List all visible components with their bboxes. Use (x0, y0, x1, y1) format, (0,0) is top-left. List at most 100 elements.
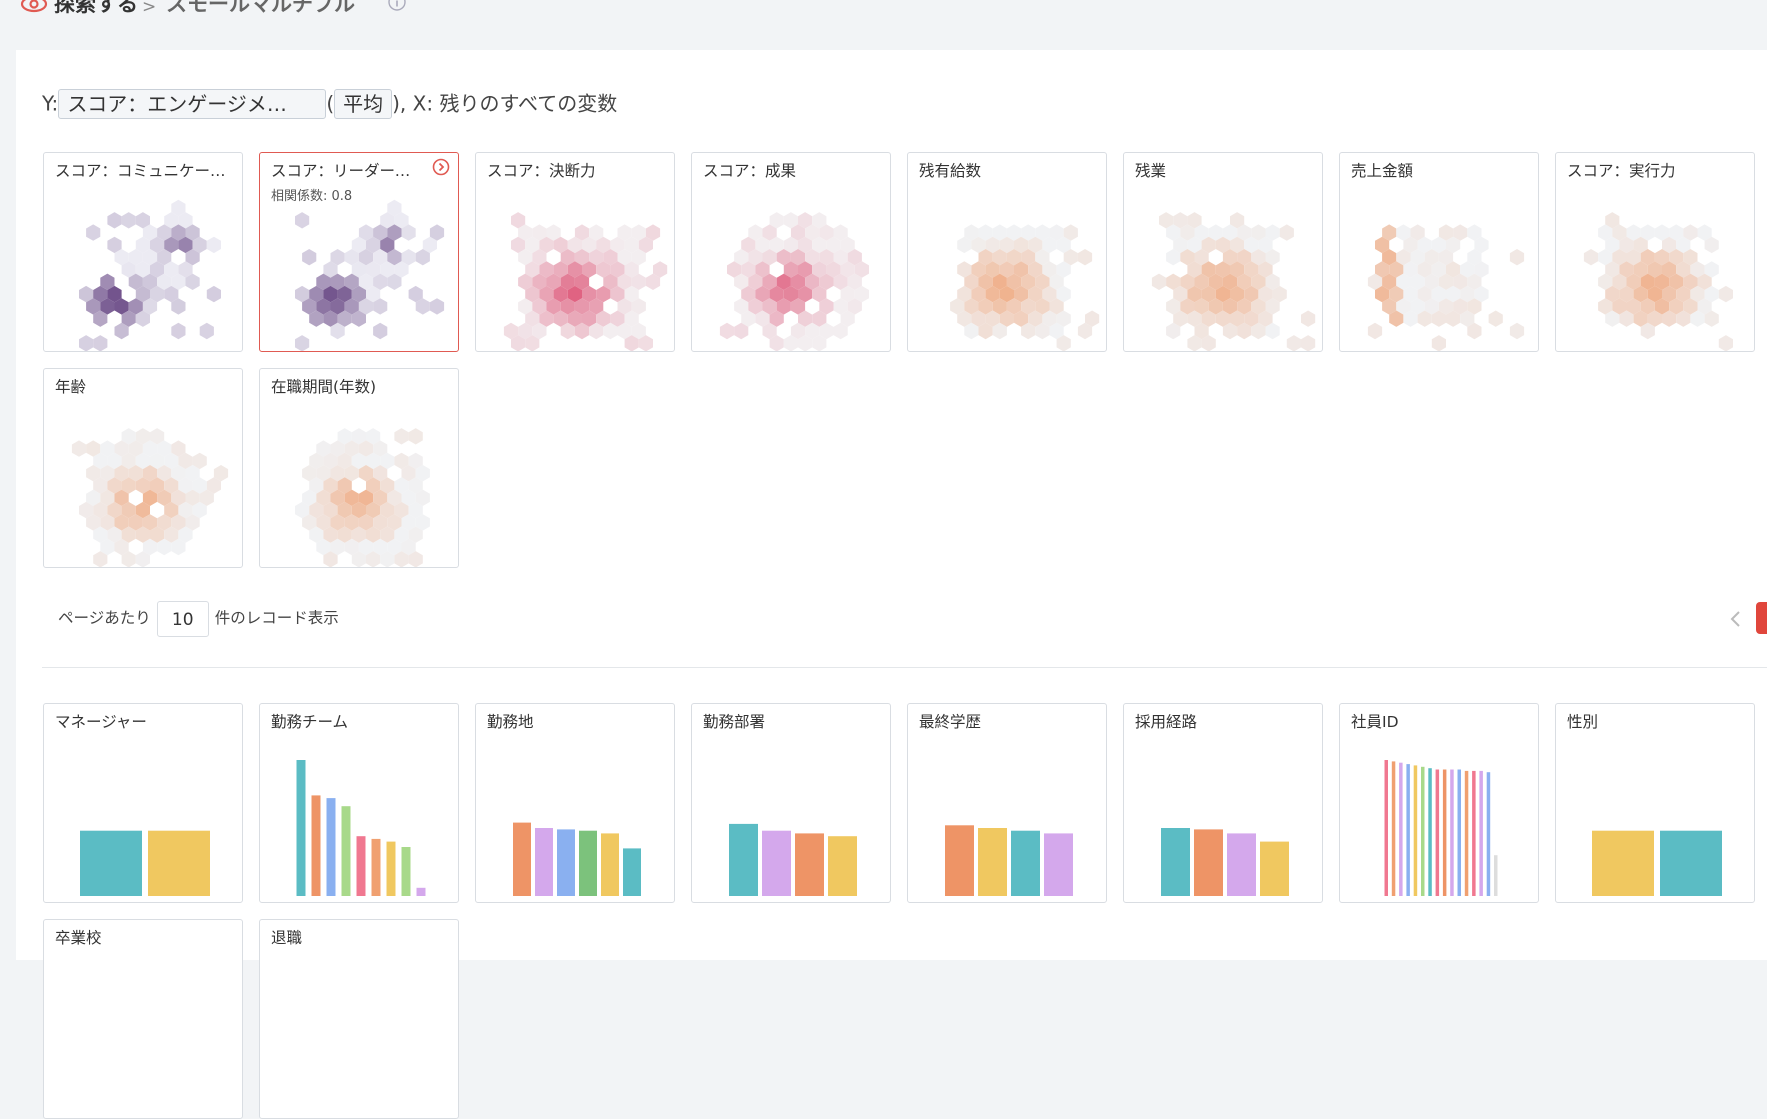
bar (1260, 841, 1289, 896)
hexbin-plot (71, 428, 229, 567)
hexbin-card[interactable]: 年齢 (43, 368, 243, 568)
bar-chart (1384, 760, 1498, 896)
hex-bin (206, 285, 221, 303)
card-title: 在職期間(年数) (271, 378, 377, 396)
bar-chart (296, 760, 426, 896)
agg-open-paren: ( (326, 91, 335, 116)
open-detail-icon[interactable] (432, 158, 450, 176)
bar-chart-card[interactable]: 勤務部署 (691, 703, 891, 903)
next-page-button[interactable] (1756, 602, 1767, 634)
bar (729, 823, 758, 896)
hex-bin (1583, 249, 1599, 266)
hex-bin (121, 212, 136, 229)
card-title: スコア：リーダーシ… (271, 162, 421, 180)
card-title: 年齢 (55, 378, 87, 396)
card-title: 退職 (271, 929, 303, 947)
hexbin-card[interactable]: スコア：決断力 (475, 152, 675, 352)
bar-chart-card[interactable]: 勤務チーム (259, 703, 459, 903)
card-title: 残業 (1135, 162, 1167, 180)
hexbin-card[interactable]: スコア：実行力 (1555, 152, 1755, 352)
hex-bin (295, 212, 310, 229)
hex-bin (394, 428, 409, 445)
bar (341, 806, 351, 896)
hexbin-plot (950, 224, 1100, 351)
breadcrumb-explore[interactable]: 探索する (54, 0, 138, 17)
correlation-label: 相関係数: 0.8 (271, 189, 353, 204)
hex-bin (1301, 310, 1316, 327)
hex-bin (79, 335, 94, 351)
hex-bin (199, 322, 214, 340)
bar-chart-card[interactable]: 性別 (1555, 703, 1755, 903)
hex-bin (1431, 335, 1446, 351)
bar-chart-card[interactable]: 社員ID (1339, 703, 1539, 903)
bar (1660, 830, 1722, 896)
bar (148, 830, 210, 896)
hex-bin (1077, 249, 1093, 266)
hex-bin (1509, 322, 1525, 340)
bar (1421, 766, 1425, 896)
bar (1391, 761, 1396, 896)
bar-chart (80, 830, 210, 896)
bar (1399, 762, 1403, 896)
bar-chart-card[interactable]: 卒業校 (43, 919, 243, 1119)
hexbin-card[interactable]: スコア：リーダーシ… 相関係数: 0.8 (259, 152, 459, 352)
hex-bin (107, 212, 122, 229)
hexbin-card[interactable]: 残業 (1123, 152, 1323, 352)
hexbin-card[interactable]: 在職期間(年数) (259, 368, 459, 568)
bar-chart-card[interactable]: 最終学歴 (907, 703, 1107, 903)
bar-chart-card[interactable]: 退職 (259, 919, 459, 1119)
bar (828, 836, 857, 896)
bar-chart-card[interactable]: 採用経路 (1123, 703, 1323, 903)
bar-chart (513, 822, 641, 896)
bar (416, 887, 426, 896)
card-title: 性別 (1567, 713, 1599, 731)
chevron-left-icon[interactable] (1727, 606, 1745, 632)
bar (1472, 770, 1476, 896)
hex-bin (1367, 322, 1383, 340)
hexbin-plot (1583, 212, 1733, 351)
hex-bin (295, 335, 310, 351)
bar (1592, 830, 1654, 896)
bar (1442, 769, 1447, 896)
eye-icon (20, 0, 48, 13)
bar (1044, 833, 1073, 896)
hex-bin (206, 236, 221, 254)
card-title: スコア：実行力 (1567, 162, 1676, 180)
hexbin-plot (719, 212, 869, 351)
bar-chart-card[interactable]: マネージャー (43, 703, 243, 903)
info-icon[interactable] (387, 0, 407, 12)
per-page-input[interactable]: 10 (156, 600, 209, 637)
bar (1428, 768, 1432, 896)
hexbin-card[interactable]: 残有給数 (907, 152, 1107, 352)
axis-selector: Y: スコア：エンゲージメ…(平均), X: 残りのすべての変数 (42, 86, 618, 119)
hex-bin (1286, 335, 1301, 351)
y-variable-select[interactable]: スコア：エンゲージメ… (58, 88, 327, 119)
aggregation-select[interactable]: 平均 (334, 88, 393, 119)
hexbin-card[interactable]: スコア：成果 (691, 152, 891, 352)
card-title: 売上金額 (1351, 162, 1414, 180)
bar (1384, 760, 1388, 896)
hex-bin (1488, 310, 1503, 327)
card-title: スコア：決断力 (487, 162, 596, 180)
records-label: 件のレコード表示 (214, 609, 339, 627)
bar-chart-card[interactable]: 勤務地 (475, 703, 675, 903)
bar (579, 830, 597, 896)
hex-bin (373, 322, 388, 340)
hexbin-plot (1151, 212, 1316, 351)
bar-chart (945, 825, 1073, 896)
hex-bin (719, 322, 735, 340)
hexbin-card[interactable]: 売上金額 (1339, 152, 1539, 352)
card-title: 勤務地 (487, 713, 534, 731)
bar (1227, 833, 1256, 896)
hex-bin (302, 249, 317, 266)
hexbin-card[interactable]: スコア：コミュニケー… (43, 152, 243, 352)
x-variables-label: X: 残りのすべての変数 (412, 91, 618, 116)
hexbin-plot (79, 199, 221, 351)
bar (356, 836, 366, 896)
bar (1161, 828, 1190, 896)
per-page-label: ページあたり (58, 609, 151, 627)
card-title: 卒業校 (55, 929, 102, 947)
card-title: 採用経路 (1135, 713, 1198, 731)
hexbin-plot (295, 199, 445, 351)
bar (795, 833, 824, 896)
